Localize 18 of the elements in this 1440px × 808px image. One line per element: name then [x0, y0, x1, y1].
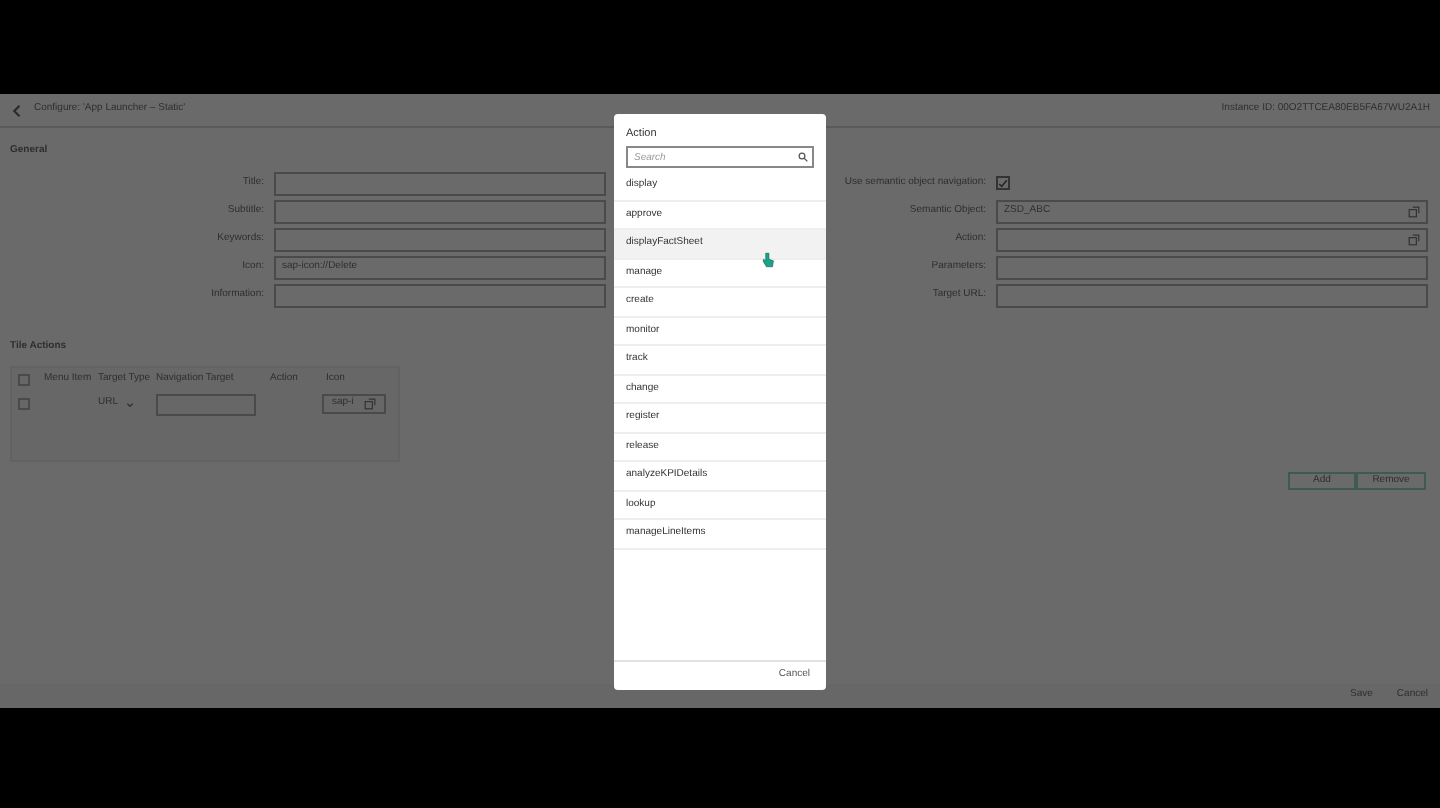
checkbox[interactable]	[18, 398, 30, 410]
checkbox[interactable]	[996, 176, 1010, 190]
checkbox[interactable]	[18, 373, 30, 385]
value-help-icon[interactable]	[1408, 233, 1420, 245]
value-help-icon[interactable]	[1408, 205, 1420, 217]
value-help-icon[interactable]	[364, 398, 376, 410]
input-field[interactable]	[996, 227, 1428, 251]
back-icon[interactable]	[10, 103, 22, 117]
input-field[interactable]	[274, 227, 606, 251]
input-field[interactable]	[274, 171, 606, 195]
input-field[interactable]	[274, 283, 606, 307]
input-field[interactable]	[274, 199, 606, 223]
input-field[interactable]	[996, 255, 1428, 279]
input-field[interactable]	[996, 283, 1428, 307]
search-icon	[798, 152, 808, 162]
hand-cursor-icon	[762, 252, 774, 268]
chevron-down-icon	[126, 401, 135, 407]
input-field[interactable]	[156, 393, 256, 415]
